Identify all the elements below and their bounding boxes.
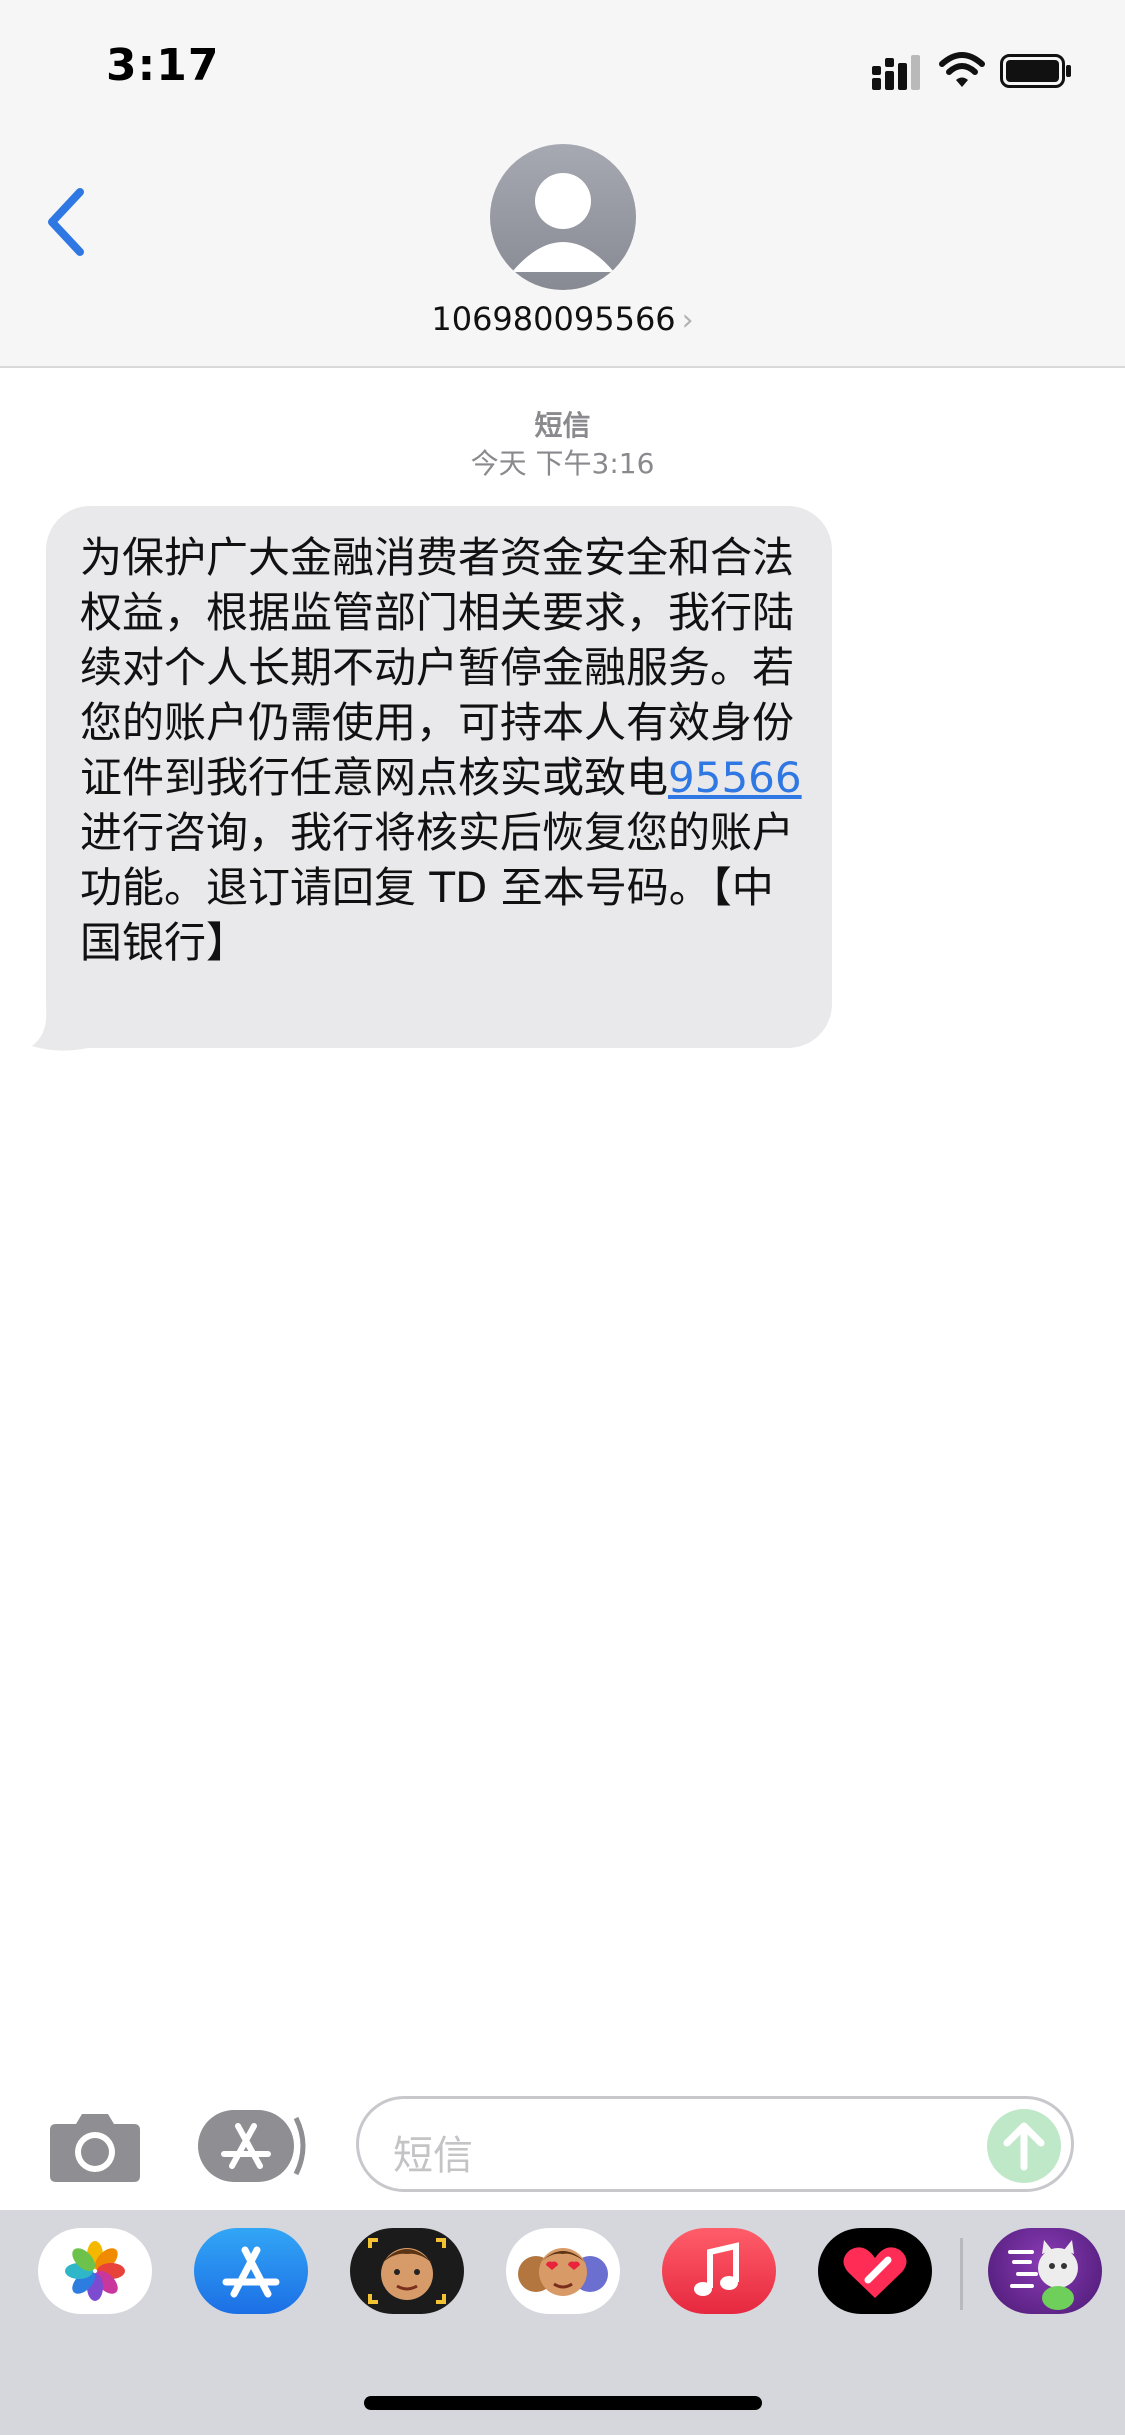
- wifi-icon: [939, 52, 985, 87]
- message-timestamp: 今天 下午3:16: [470, 447, 655, 480]
- contact-name[interactable]: 106980095566 ›: [0, 300, 1125, 338]
- status-bar: 3:17: [0, 0, 1125, 140]
- memoji-icon[interactable]: [350, 2228, 464, 2314]
- arrow-up-icon: [1003, 2122, 1045, 2171]
- contact-number: 106980095566: [431, 300, 676, 338]
- home-indicator: [364, 2396, 762, 2410]
- phone-number-link[interactable]: 95566: [668, 753, 802, 802]
- message-text-part2: 进行咨询，我行将核实后恢复您的账户功能。退订请回复 TD 至本号码。【中国银行】: [80, 808, 795, 967]
- heart-icon: [843, 2247, 907, 2298]
- photos-icon[interactable]: [38, 2228, 152, 2314]
- back-chevron-icon[interactable]: [40, 182, 96, 262]
- music-icon[interactable]: [662, 2228, 776, 2314]
- contact-avatar[interactable]: [490, 144, 636, 290]
- message-input[interactable]: 短信: [356, 2096, 1074, 2192]
- message-text: 为保护广大金融消费者资金安全和合法权益，根据监管部门相关要求，我行陆续对个人长期…: [80, 530, 810, 970]
- app-store-icon[interactable]: [194, 2228, 308, 2314]
- app-drawer-divider: [960, 2238, 963, 2310]
- send-button[interactable]: [987, 2109, 1061, 2183]
- photos-flower-icon: [65, 2241, 125, 2301]
- service-label: 短信: [534, 409, 591, 442]
- status-time: 3:17: [106, 40, 220, 91]
- cellular-signal-icon: [872, 55, 920, 90]
- battery-icon: [1000, 54, 1071, 88]
- app-store-glyph-icon: [222, 2246, 280, 2298]
- app-store-button-icon[interactable]: [198, 2110, 308, 2182]
- chevron-right-icon: ›: [681, 303, 694, 338]
- bubble-tail: [32, 1010, 88, 1051]
- person-icon: [512, 173, 614, 272]
- camera-icon[interactable]: [48, 2108, 142, 2184]
- message-input-placeholder: 短信: [393, 2133, 473, 2179]
- cat-character-icon: [1008, 2240, 1078, 2310]
- music-note-icon: [694, 2242, 739, 2296]
- game-icon[interactable]: [988, 2228, 1102, 2314]
- conversation-header: 106980095566 ›: [0, 140, 1125, 368]
- memoji-face-icon: [368, 2238, 446, 2304]
- memoji-stickers-icon: [518, 2248, 608, 2296]
- animoji-stickers-icon[interactable]: [506, 2228, 620, 2314]
- digital-touch-icon[interactable]: [818, 2228, 932, 2314]
